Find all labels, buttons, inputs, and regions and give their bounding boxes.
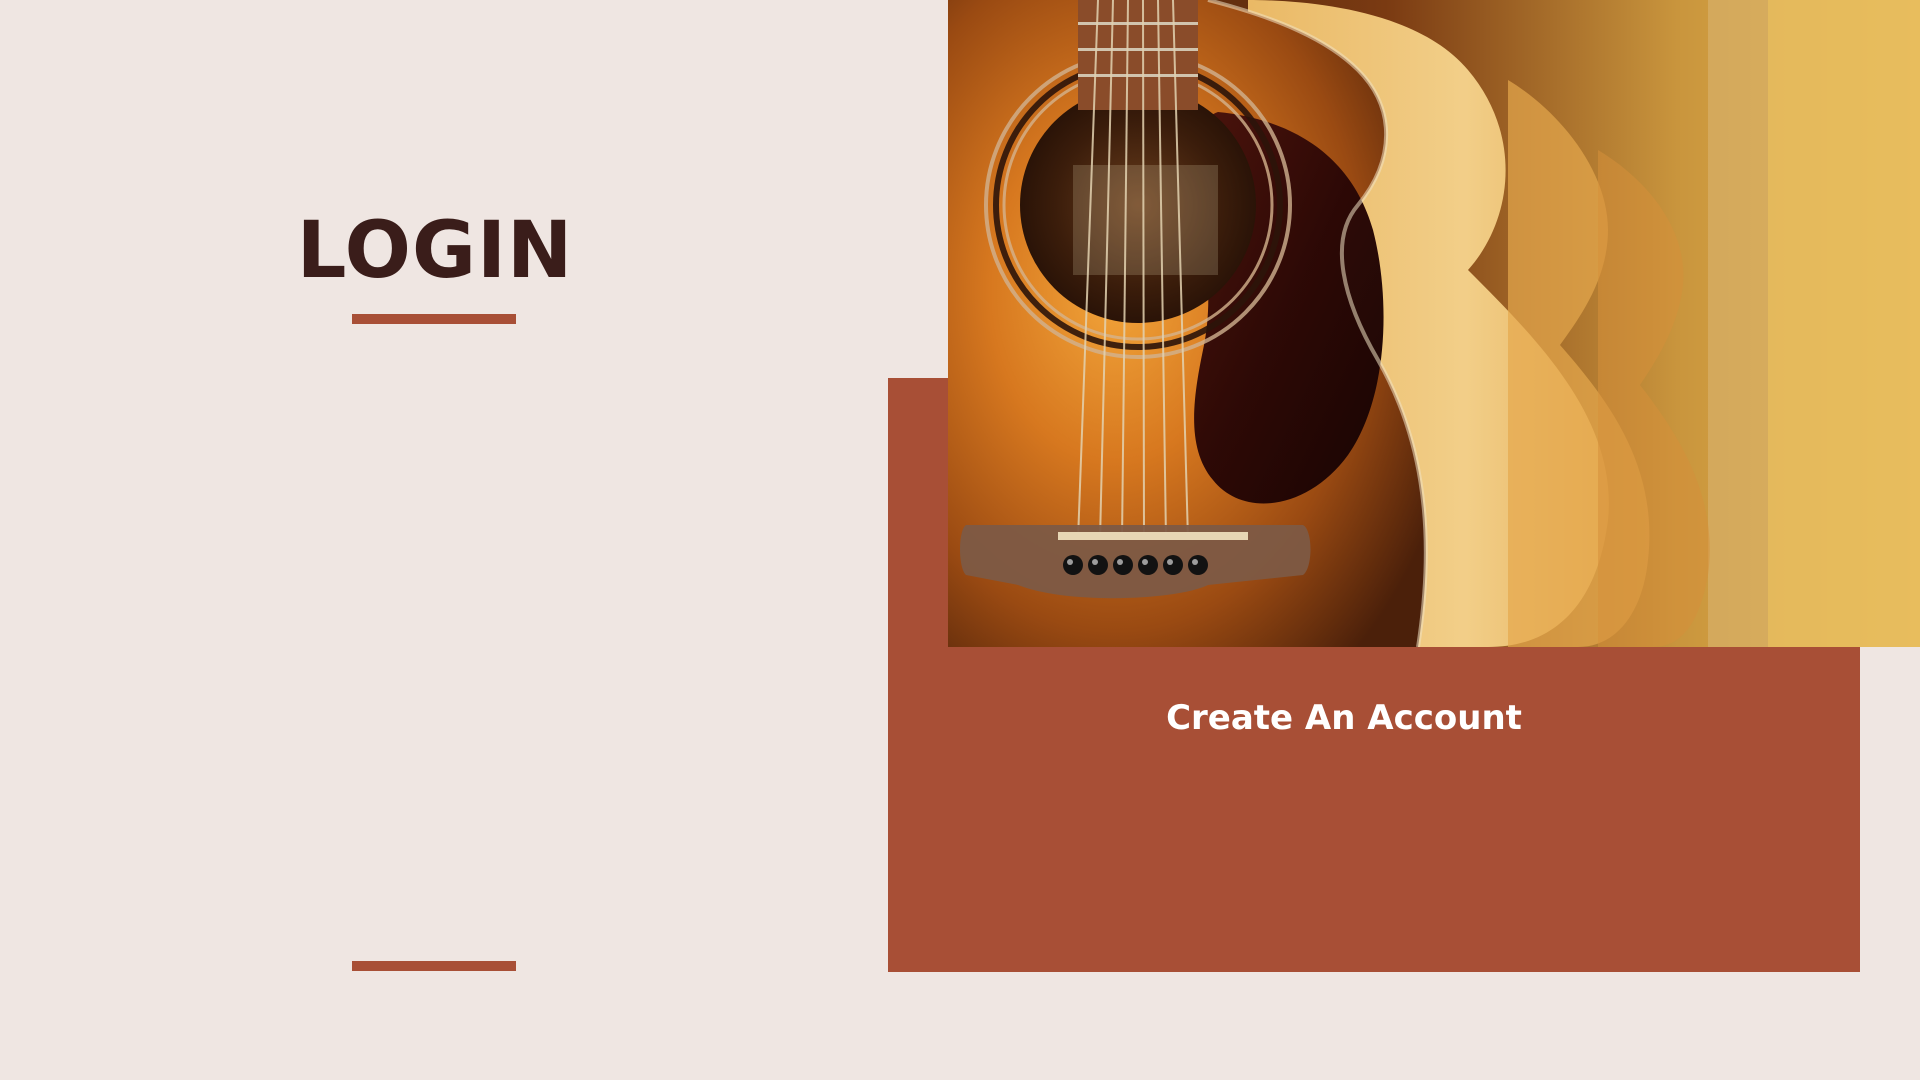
guitar-photo (948, 0, 1920, 647)
login-page: LOGIN Create An Account (0, 0, 1920, 1080)
divider-top (352, 314, 516, 324)
divider-bottom (352, 961, 516, 971)
create-account-button[interactable]: Create An Account (1140, 693, 1548, 743)
login-heading: LOGIN (296, 206, 574, 297)
